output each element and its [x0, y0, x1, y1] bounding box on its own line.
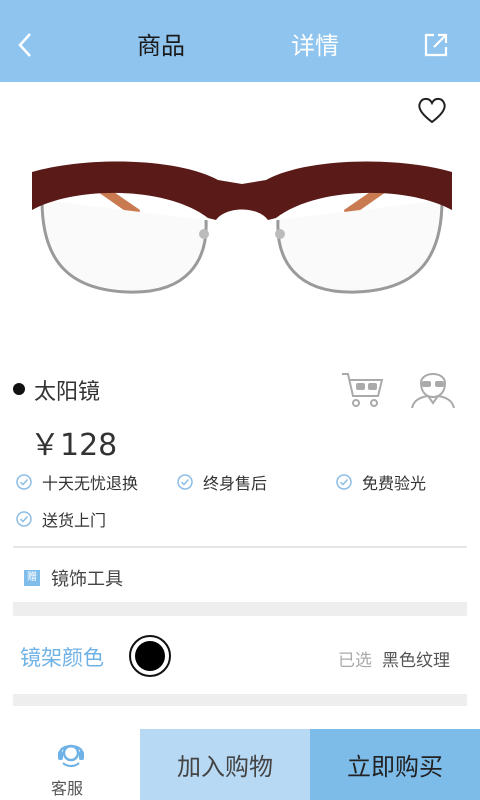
top-bar: 商品 详情: [0, 0, 480, 82]
glasses-image: [32, 161, 452, 294]
buy-now-button[interactable]: 立即购买: [310, 729, 480, 800]
add-to-cart-button[interactable]: 加入购物: [140, 729, 310, 800]
check-circle-icon: [16, 511, 32, 527]
check-circle-icon: [177, 474, 193, 490]
accessory-tools-row[interactable]: 赠 镜饰工具: [24, 565, 123, 591]
back-arrow-icon: [18, 33, 31, 57]
gift-badge: 赠: [24, 570, 40, 586]
color-dot: [135, 641, 165, 671]
selected-prefix: 已选: [338, 651, 372, 671]
tab-detail[interactable]: 详情: [291, 28, 339, 64]
back-button[interactable]: [10, 28, 40, 62]
feature-label: 终身售后: [203, 474, 268, 493]
color-swatch-black[interactable]: [129, 635, 171, 677]
try-on-cart-button[interactable]: [340, 370, 384, 408]
face-glasses-icon: [411, 373, 455, 409]
accessory-tools-label: 镜饰工具: [51, 569, 123, 590]
favorite-button[interactable]: [416, 95, 448, 125]
customer-service-label: 客服: [51, 779, 84, 798]
cart-glasses-icon: [342, 373, 384, 407]
frame-color-label: 镜架颜色: [20, 646, 104, 670]
feature-label: 免费验光: [362, 474, 427, 493]
feature-item: 十天无忧退换: [16, 470, 138, 494]
feature-item: 免费验光: [336, 470, 426, 494]
headset-icon: [58, 744, 84, 767]
selected-color-value: 黑色纹理: [382, 651, 450, 671]
check-circle-icon: [16, 474, 32, 490]
feature-item: 送货上门: [16, 507, 106, 531]
heart-icon: [418, 97, 446, 124]
title-bullet: [13, 383, 25, 395]
tab-product[interactable]: 商品: [137, 28, 185, 64]
divider: [13, 546, 467, 548]
feature-item: 终身售后: [177, 470, 267, 494]
feature-label: 送货上门: [42, 511, 107, 530]
section-gap: [13, 694, 467, 706]
product-price: ￥128: [30, 428, 118, 463]
section-gap: [13, 602, 467, 616]
share-icon: [424, 33, 448, 57]
product-title: 太阳镜: [34, 380, 101, 405]
virtual-try-on-button[interactable]: [410, 365, 456, 409]
check-circle-icon: [336, 474, 352, 490]
feature-label: 十天无忧退换: [42, 474, 139, 493]
share-button[interactable]: [420, 29, 452, 61]
